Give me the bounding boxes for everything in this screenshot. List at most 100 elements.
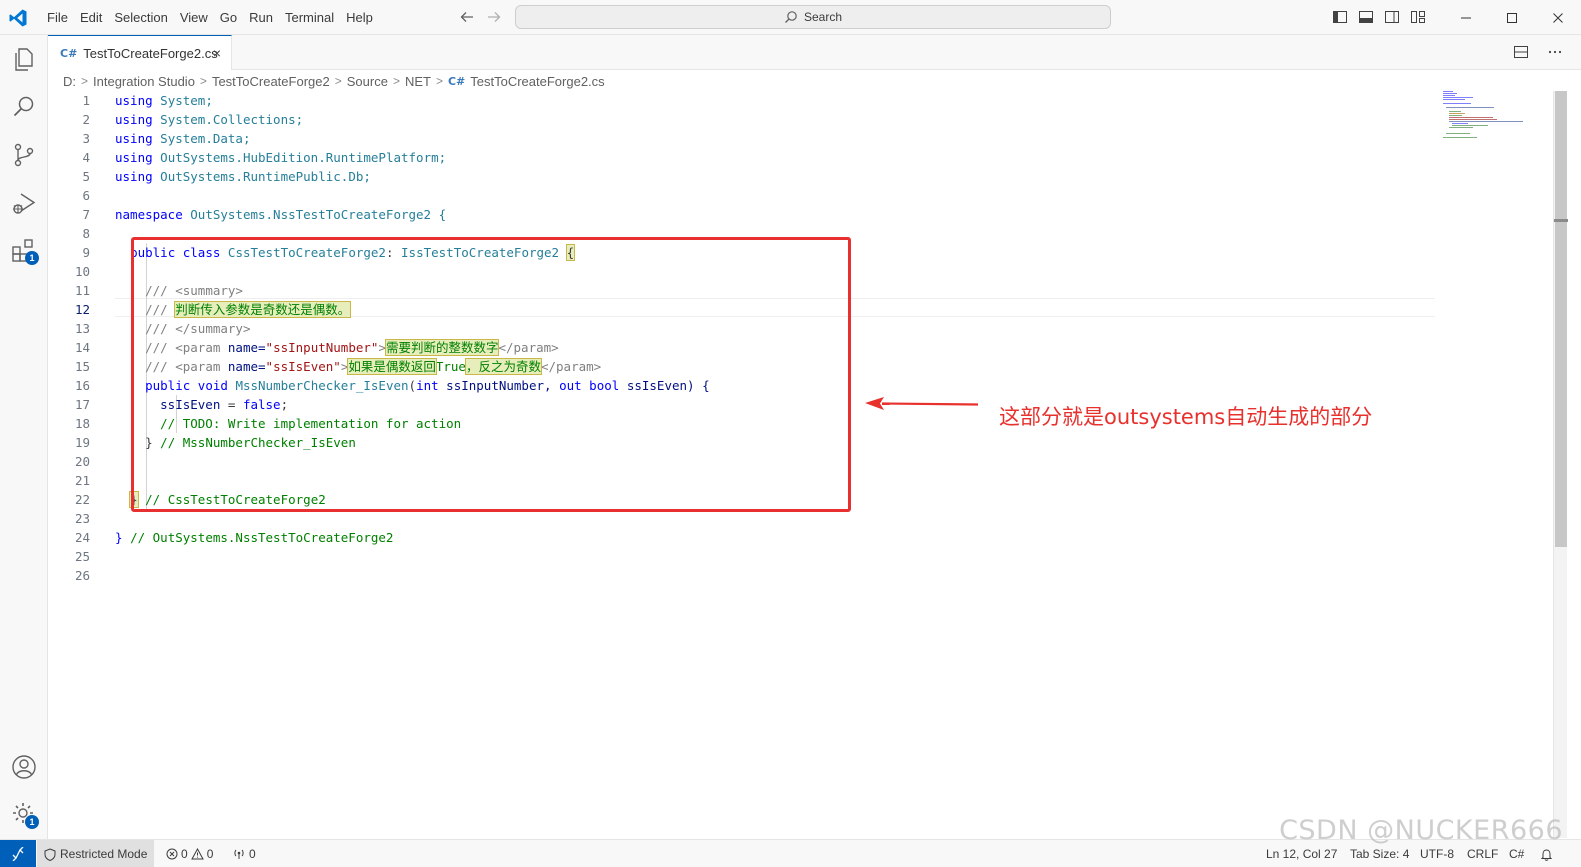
line-number: 10 [74,264,90,279]
comment: // OutSystems.NssTestToCreateForge2 [130,530,394,545]
run-and-debug-icon[interactable] [10,189,38,217]
menu-terminal[interactable]: Terminal [280,0,339,35]
breadcrumb-integration-studio[interactable]: Integration Studio [93,74,195,89]
menu-run[interactable]: Run [244,0,278,35]
menu-go[interactable]: Go [215,0,242,35]
line-number: 24 [74,530,90,545]
line-number: 2 [82,112,90,127]
menu-selection[interactable]: Selection [109,0,172,35]
accounts-icon[interactable] [10,753,38,781]
line-number: 22 [74,492,90,507]
broadcast-icon [234,849,244,859]
close-window-button[interactable] [1535,0,1581,35]
layout-controls [1332,9,1426,25]
breadcrumb-file[interactable]: TestToCreateForge2.cs [470,74,604,89]
settings-badge: 1 [25,815,39,829]
extensions-button[interactable]: 1 [10,237,39,267]
watermark: CSDN @NUCKER666 [1279,815,1563,846]
back-arrow-icon[interactable] [458,8,476,26]
editor-actions [1513,44,1563,60]
minimap[interactable] [1440,91,1535,151]
code-line[interactable]: 24} // OutSystems.NssTestToCreateForge2 [48,528,1438,547]
line-number: 18 [74,416,90,431]
breadcrumb: D: > Integration Studio > TestToCreateFo… [63,71,605,91]
line-number: 11 [74,283,90,298]
code-line[interactable]: 26 [48,566,1438,585]
split-editor-icon[interactable] [1513,44,1529,60]
minimize-icon [1461,17,1471,18]
code-text: namespace OutSystems.NssTestToCreateForg… [115,205,446,224]
chevron-right-icon: > [199,74,207,88]
menu-help[interactable]: Help [341,0,378,35]
more-actions-icon[interactable] [1547,44,1563,60]
breadcrumb-drive[interactable]: D: [63,74,76,89]
code-line[interactable]: 3 using System.Data; [48,129,1438,148]
code-text: using System.Data; [115,129,250,148]
vertical-scrollbar[interactable] [1553,91,1568,838]
keyword: using [115,93,153,108]
command-center-search[interactable]: Search [515,5,1111,29]
code-line[interactable]: 7 namespace OutSystems.NssTestToCreateFor… [48,205,1438,224]
ports-count: 0 [249,847,256,861]
maximize-button[interactable] [1489,0,1535,35]
tab-testtocreateforge2[interactable]: C# TestToCreateForge2.cs × [48,35,232,70]
problems-button[interactable]: 0 0 [166,840,213,867]
toggle-panel-icon[interactable] [1358,9,1374,25]
line-number: 9 [82,245,90,260]
line-number: 25 [74,549,90,564]
code-line[interactable]: 2 using System.Collections; [48,110,1438,129]
breadcrumb-project[interactable]: TestToCreateForge2 [212,74,330,89]
code-line[interactable]: 5 using OutSystems.RuntimePublic.Db; [48,167,1438,186]
maximize-icon [1507,12,1517,23]
line-number: 12 [74,302,90,317]
identifier: System.Data; [160,131,251,146]
error-icon [166,848,178,860]
menu-file[interactable]: File [42,0,73,35]
warning-icon [190,848,204,860]
code-text: using System; [115,91,213,110]
identifier: OutSystems.RuntimePublic.Db; [160,169,371,184]
line-number: 3 [82,131,90,146]
line-number: 16 [74,378,90,393]
search-placeholder: Search [803,10,843,24]
ports-button[interactable]: 0 [232,840,256,867]
manage-button[interactable]: 1 [10,800,39,830]
toggle-primary-sidebar-icon[interactable] [1332,9,1348,25]
code-line[interactable]: 4 using OutSystems.HubEdition.RuntimePlat… [48,148,1438,167]
remote-indicator-button[interactable] [0,840,36,867]
code-text: using OutSystems.RuntimePublic.Db; [115,167,371,186]
source-control-icon[interactable] [10,141,38,169]
line-number: 14 [74,340,90,355]
toggle-secondary-sidebar-icon[interactable] [1384,9,1400,25]
restricted-mode-button[interactable]: Restricted Mode [37,840,155,867]
identifier: OutSystems.HubEdition.RuntimePlatform; [160,150,447,165]
breadcrumb-source[interactable]: Source [347,74,388,89]
line-number: 19 [74,435,90,450]
restricted-mode-label: Restricted Mode [60,847,148,861]
minimize-button[interactable] [1443,0,1489,35]
extensions-badge: 1 [25,251,39,265]
line-number: 23 [74,511,90,526]
line-number: 17 [74,397,90,412]
encoding: UTF-8 [1420,847,1454,861]
code-line[interactable]: 6 [48,186,1438,205]
breadcrumb-net[interactable]: NET [405,74,431,89]
cursor-position-marker [1554,219,1568,222]
search-icon [785,11,797,23]
menu-view[interactable]: View [175,0,213,35]
vscode-logo-icon [9,9,27,27]
menu-edit[interactable]: Edit [75,0,107,35]
chevron-right-icon: > [435,74,443,88]
remote-icon [12,847,24,861]
forward-arrow-icon[interactable] [485,8,503,26]
code-line[interactable]: 25 [48,547,1438,566]
explorer-icon[interactable] [10,45,38,73]
search-icon[interactable] [10,93,38,121]
line-number: 20 [74,454,90,469]
scrollbar-thumb[interactable] [1555,91,1567,547]
error-count: 0 [181,847,188,861]
tab-close-icon[interactable]: × [213,45,221,61]
code-line[interactable]: 1 using System; [48,91,1438,110]
customize-layout-icon[interactable] [1410,9,1426,25]
csharp-file-icon: C# [447,74,466,88]
